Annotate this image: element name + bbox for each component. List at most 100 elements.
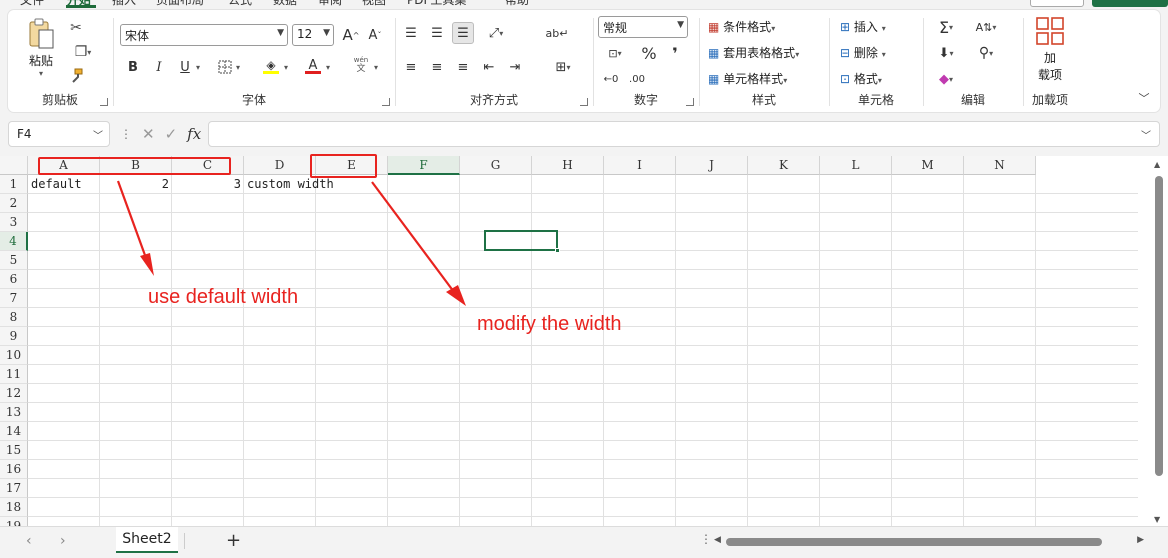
comments-button[interactable] (1030, 0, 1084, 7)
increase-indent-icon[interactable]: ⇥ (504, 56, 526, 78)
row-header-16[interactable]: 16 (0, 460, 28, 479)
tab-view[interactable]: 视图 (362, 0, 386, 8)
increase-decimal-icon[interactable]: ←0 (600, 68, 622, 90)
tab-formulas[interactable]: 公式 (228, 0, 252, 8)
collapse-ribbon-icon[interactable]: ﹀ (1134, 90, 1154, 106)
previous-sheet-icon[interactable]: ‹ (26, 533, 32, 549)
conditional-format-button[interactable]: ▦ 条件格式▾ (708, 18, 775, 35)
cell-c1[interactable]: 3 (172, 175, 244, 194)
column-header-l[interactable]: L (820, 156, 892, 175)
font-size-select[interactable]: 12 ▼ (292, 24, 334, 46)
number-launcher-icon[interactable] (686, 98, 694, 106)
worksheet-grid[interactable]: ABCDEFGHIJKLMN 1 2 3 4 5 6 7 8 9 10 11 12 13 14 15 16 17… (0, 156, 1168, 526)
column-header-m[interactable]: M (892, 156, 964, 175)
scroll-up-icon[interactable]: ▲ (1154, 160, 1160, 169)
formula-input[interactable]: ﹀ (208, 121, 1160, 147)
column-header-j[interactable]: J (676, 156, 748, 175)
phonetic-guide-icon[interactable]: wén 文 (350, 54, 372, 76)
column-header-k[interactable]: K (748, 156, 820, 175)
scroll-down-icon[interactable]: ▼ (1154, 515, 1160, 524)
tab-insert[interactable]: 插入 (112, 0, 136, 8)
format-as-table-button[interactable]: ▦ 套用表格格式▾ (708, 44, 799, 61)
cell-b1[interactable]: 2 (100, 175, 172, 194)
next-sheet-icon[interactable]: › (60, 533, 66, 549)
merge-center-icon[interactable]: ⊞ ▾ (546, 56, 580, 78)
row-header-17[interactable]: 17 (0, 479, 28, 498)
delete-cells-button[interactable]: ⊟ 删除 ▾ (840, 44, 886, 61)
find-select-icon[interactable]: ⚲ ▾ (968, 42, 1004, 64)
alignment-launcher-icon[interactable] (580, 98, 588, 106)
confirm-icon[interactable]: ✓ (165, 125, 178, 143)
sheet-tab-sheet2[interactable]: Sheet2 (116, 527, 178, 553)
align-left-icon[interactable]: ≡ (400, 56, 422, 78)
add-sheet-icon[interactable]: + (226, 530, 241, 551)
borders-dropdown-icon[interactable]: ▾ (232, 56, 244, 78)
tab-page-layout[interactable]: 页面布局 (156, 0, 204, 8)
orientation-icon[interactable]: ⤢ ▾ (480, 22, 512, 44)
paste-button[interactable]: 粘贴 ▾ (22, 18, 60, 82)
select-all-corner[interactable] (0, 156, 28, 175)
wrap-text-icon[interactable]: ab↵ (546, 22, 569, 44)
font-color-icon[interactable]: A (302, 54, 324, 76)
row-header-19[interactable]: 19 (0, 517, 28, 526)
column-header-f[interactable]: F (388, 156, 460, 175)
column-header-g[interactable]: G (460, 156, 532, 175)
align-top-icon[interactable]: ☰ (400, 22, 422, 44)
decrease-font-size-icon[interactable]: Aˇ (364, 24, 386, 46)
row-header-9[interactable]: 9 (0, 327, 28, 346)
fill-handle[interactable] (555, 248, 560, 253)
decrease-decimal-icon[interactable]: .00 (626, 68, 648, 90)
fill-color-icon[interactable]: ◈ (260, 54, 282, 76)
tab-review[interactable]: 审阅 (318, 0, 342, 8)
row-header-7[interactable]: 7 (0, 289, 28, 308)
align-right-icon[interactable]: ≡ (452, 56, 474, 78)
column-header-i[interactable]: I (604, 156, 676, 175)
insert-cells-button[interactable]: ⊞ 插入 ▾ (840, 18, 886, 35)
percent-style-icon[interactable]: % (638, 42, 660, 64)
row-header-1[interactable]: 1 (0, 175, 28, 194)
tab-pdf-tools[interactable]: PDF工具集 (407, 0, 466, 8)
phonetic-dropdown-icon[interactable]: ▾ (370, 56, 382, 78)
row-header-5[interactable]: 5 (0, 251, 28, 270)
align-center-icon[interactable]: ≡ (426, 56, 448, 78)
column-header-h[interactable]: H (532, 156, 604, 175)
row-header-14[interactable]: 14 (0, 422, 28, 441)
font-color-dropdown-icon[interactable]: ▾ (322, 56, 334, 78)
more-options-icon[interactable]: ⋮ (120, 127, 132, 141)
row-header-3[interactable]: 3 (0, 213, 28, 232)
row-header-10[interactable]: 10 (0, 346, 28, 365)
format-painter-icon[interactable] (66, 66, 86, 86)
tab-file[interactable]: 文件 (20, 0, 44, 8)
row-header-2[interactable]: 2 (0, 194, 28, 213)
cut-icon[interactable]: ✂ (66, 18, 86, 38)
row-header-4[interactable]: 4 (0, 232, 28, 251)
increase-font-size-icon[interactable]: A ^ (340, 24, 362, 46)
clipboard-launcher-icon[interactable] (100, 98, 108, 106)
name-box[interactable]: F4 ﹀ (8, 121, 110, 147)
horizontal-scroll-thumb[interactable] (726, 538, 1102, 546)
autosum-icon[interactable]: Σ ▾ (928, 16, 964, 38)
cancel-icon[interactable]: ✕ (142, 125, 155, 143)
active-cell-f4[interactable] (484, 230, 560, 253)
scroll-left-icon[interactable]: ◀ (714, 535, 721, 545)
cell-a1[interactable]: default (28, 175, 100, 194)
vertical-scrollbar[interactable]: ▲ ▼ (1152, 156, 1166, 526)
cell-styles-button[interactable]: ▦ 单元格样式▾ (708, 70, 787, 87)
number-format-select[interactable]: 常规 ▼ (598, 16, 688, 38)
row-header-15[interactable]: 15 (0, 441, 28, 460)
fill-color-dropdown-icon[interactable]: ▾ (280, 56, 292, 78)
column-header-d[interactable]: D (244, 156, 316, 175)
font-name-select[interactable]: 宋体 ▼ (120, 24, 288, 46)
bold-button[interactable]: B (122, 56, 144, 78)
horizontal-scrollbar[interactable]: ⋮ ◀ ▶ (700, 532, 1158, 549)
decrease-indent-icon[interactable]: ⇤ (478, 56, 500, 78)
font-launcher-icon[interactable] (382, 98, 390, 106)
tab-data[interactable]: 数据 (273, 0, 297, 8)
underline-dropdown-icon[interactable]: ▾ (192, 56, 204, 78)
accounting-format-icon[interactable]: ⊡ ▾ (598, 42, 632, 64)
row-header-13[interactable]: 13 (0, 403, 28, 422)
row-header-12[interactable]: 12 (0, 384, 28, 403)
addins-button[interactable]: 加 载项 (1028, 16, 1072, 84)
insert-function-icon[interactable]: fx (187, 125, 201, 143)
comma-style-icon[interactable]: ❜ (664, 42, 686, 64)
